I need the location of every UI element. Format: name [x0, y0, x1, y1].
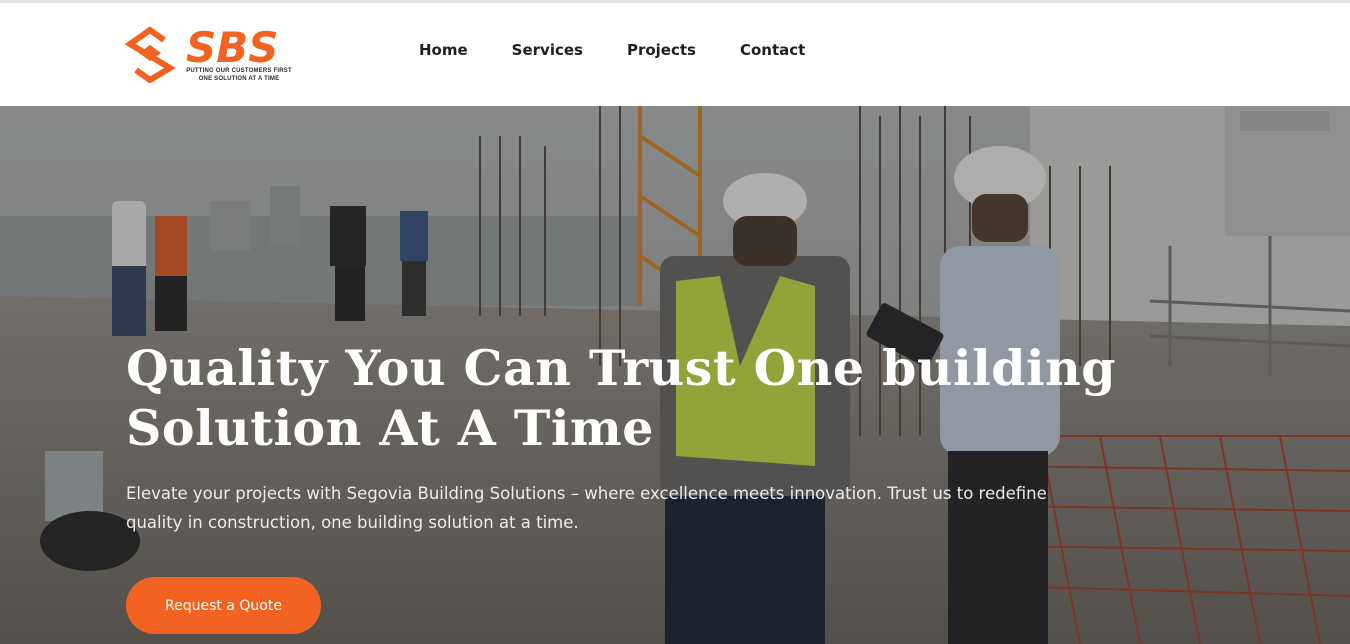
site-logo[interactable]: SBS PUTTING OUR CUSTOMERS FIRST ONE SOLU…	[124, 25, 294, 87]
nav-services[interactable]: Services	[512, 39, 583, 63]
logo-tagline-line2: ONE SOLUTION AT A TIME	[198, 76, 280, 82]
request-quote-button[interactable]: Request a Quote	[126, 577, 321, 634]
svg-text:SBS: SBS	[186, 25, 279, 69]
hero-subtitle: Elevate your projects with Segovia Build…	[126, 484, 1047, 532]
site-header: SBS PUTTING OUR CUSTOMERS FIRST ONE SOLU…	[0, 3, 1350, 106]
logo-tagline-line1: PUTTING OUR CUSTOMERS FIRST	[186, 68, 292, 74]
nav-contact[interactable]: Contact	[740, 39, 805, 63]
hero-title: Quality You Can Trust One building Solut…	[126, 339, 1117, 457]
hero-section: Quality You Can Trust One building Solut…	[0, 106, 1350, 644]
main-nav: Home Services Projects Contact	[419, 39, 849, 63]
nav-home[interactable]: Home	[419, 39, 468, 63]
sbs-wordmark: SBS	[186, 25, 279, 69]
nav-projects[interactable]: Projects	[627, 39, 696, 63]
sbs-logo-mark-icon	[124, 26, 176, 83]
